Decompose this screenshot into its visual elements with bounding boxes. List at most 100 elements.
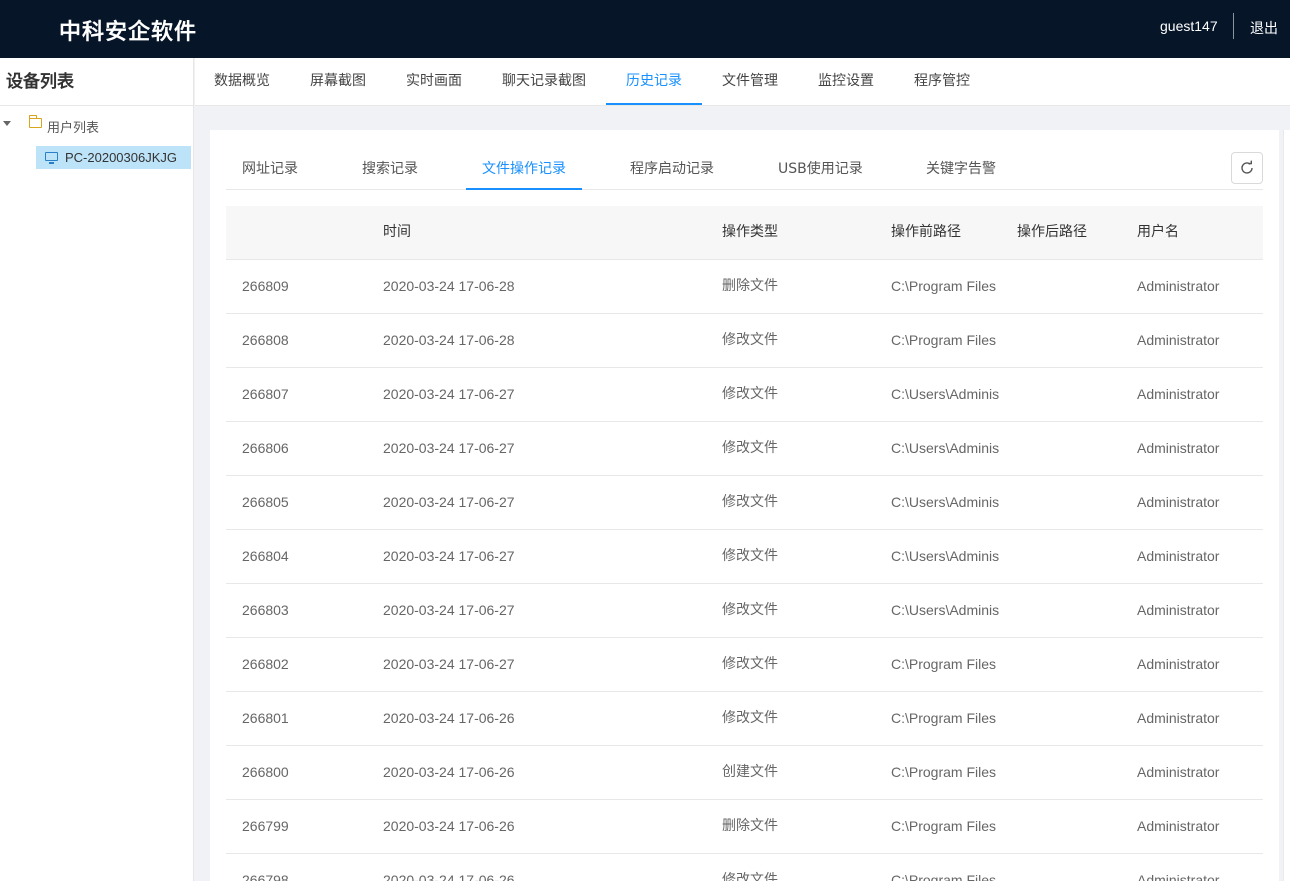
table-body: 266809 2020-03-24 17-06-28 删除文件 C:\Program … [226,260,1263,881]
cell-username: Administrator [1137,278,1220,294]
cell-operation-type: 删除文件 [722,278,778,294]
table-row[interactable]: 266803 2020-03-24 17-06-27 修改文件 C:\Users\Ad… [226,584,1263,638]
subtab-file-operation-records[interactable]: 文件操作记录 [466,148,582,190]
top-bar: 中科安企软件 guest147 退出 [0,0,1290,58]
cell-username: Administrator [1137,332,1220,348]
cell-username: Administrator [1137,386,1220,402]
refresh-icon [1241,160,1253,174]
table-row[interactable]: 266806 2020-03-24 17-06-27 修改文件 C:\Users\Ad… [226,422,1263,476]
tree-node-device[interactable]: PC-20200306JKJG [36,146,191,169]
table-row[interactable]: 266809 2020-03-24 17-06-28 删除文件 C:\Program … [226,260,1263,314]
file-operation-table: 时间 操作类型 操作前路径 操作后路径 用户名 266809 2020-03-24… [226,206,1263,881]
cell-operation-type: 修改文件 [722,710,778,726]
table-row[interactable]: 266799 2020-03-24 17-06-26 删除文件 C:\Program … [226,800,1263,854]
cell-time: 2020-03-24 17-06-28 [383,332,515,348]
cell-path-before: C:\Program Files [891,332,997,348]
tab-monitor-settings[interactable]: 监控设置 [818,58,874,105]
cell-time: 2020-03-24 17-06-27 [383,602,515,618]
refresh-button[interactable] [1231,152,1263,184]
table-header: 时间 操作类型 操作前路径 操作后路径 用户名 [226,206,1263,260]
subtab-keyword-alerts[interactable]: 关键字告警 [926,148,1002,190]
subtab-search-records[interactable]: 搜索记录 [362,148,418,190]
history-panel: 网址记录 搜索记录 文件操作记录 程序启动记录 USB使用记录 关键字告警 时间… [210,130,1279,881]
header-path-before[interactable]: 操作前路径 [891,206,1001,259]
table-row[interactable]: 266798 2020-03-24 17-06-26 修改文件 C:\Program … [226,854,1263,881]
cell-id: 266801 [242,710,289,726]
header-time[interactable]: 时间 [383,206,683,259]
tree-root-label: 用户列表 [47,121,100,136]
scroll-track[interactable] [1283,130,1290,881]
cell-path-before: C:\Users\Adminis [891,386,1000,402]
username: guest147 [1160,18,1218,34]
cell-username: Administrator [1137,548,1220,564]
cell-path-before: C:\Program Files [891,872,997,881]
cell-operation-type: 修改文件 [722,872,778,881]
logout-button[interactable]: 退出 [1250,18,1278,38]
cell-time: 2020-03-24 17-06-27 [383,386,515,402]
cell-path-before: C:\Program Files [891,278,997,294]
tab-program-control[interactable]: 程序管控 [914,58,970,105]
header-divider [1233,13,1234,39]
cell-id: 266809 [242,278,289,294]
table-row[interactable]: 266800 2020-03-24 17-06-26 创建文件 C:\Program … [226,746,1263,800]
cell-username: Administrator [1137,764,1220,780]
cell-username: Administrator [1137,440,1220,456]
header-path-after[interactable]: 操作后路径 [1017,206,1127,259]
cell-path-before: C:\Program Files [891,710,997,726]
cell-time: 2020-03-24 17-06-26 [383,764,515,780]
cell-id: 266799 [242,818,289,834]
cell-path-before: C:\Users\Adminis [891,602,1000,618]
cell-username: Administrator [1137,494,1220,510]
cell-id: 266808 [242,332,289,348]
cell-time: 2020-03-24 17-06-26 [383,710,515,726]
table-row[interactable]: 266801 2020-03-24 17-06-26 修改文件 C:\Program … [226,692,1263,746]
cell-operation-type: 修改文件 [722,548,778,564]
table-row[interactable]: 266804 2020-03-24 17-06-27 修改文件 C:\Users\Ad… [226,530,1263,584]
tab-screenshots[interactable]: 屏幕截图 [310,58,366,105]
tab-data-overview[interactable]: 数据概览 [214,58,270,105]
table-row[interactable]: 266807 2020-03-24 17-06-27 修改文件 C:\Users\Ad… [226,368,1263,422]
cell-time: 2020-03-24 17-06-26 [383,818,515,834]
cell-time: 2020-03-24 17-06-27 [383,494,515,510]
cell-time: 2020-03-24 17-06-27 [383,656,515,672]
table-row[interactable]: 266805 2020-03-24 17-06-27 修改文件 C:\Users\Ad… [226,476,1263,530]
subtab-program-launch-records[interactable]: 程序启动记录 [630,148,714,190]
header-operation-type[interactable]: 操作类型 [722,206,872,259]
cell-id: 266806 [242,440,289,456]
tab-history[interactable]: 历史记录 [606,58,702,105]
cell-id: 266798 [242,872,289,881]
history-subtabs: 网址记录 搜索记录 文件操作记录 程序启动记录 USB使用记录 关键字告警 [226,148,1263,190]
tab-file-management[interactable]: 文件管理 [722,58,778,105]
cell-username: Administrator [1137,818,1220,834]
subtab-usb-records[interactable]: USB使用记录 [778,148,863,190]
tab-chat-screenshots[interactable]: 聊天记录截图 [502,58,586,105]
cell-path-before: C:\Users\Adminis [891,440,1000,456]
cell-operation-type: 创建文件 [722,764,778,780]
cell-path-before: C:\Users\Adminis [891,548,1000,564]
cell-operation-type: 删除文件 [722,818,778,834]
cell-operation-type: 修改文件 [722,602,778,618]
cell-operation-type: 修改文件 [722,332,778,348]
cell-operation-type: 修改文件 [722,494,778,510]
cell-id: 266804 [242,548,289,564]
tree-root-user-list[interactable]: 用户列表 [0,114,194,136]
cell-id: 266800 [242,764,289,780]
cell-time: 2020-03-24 17-06-27 [383,440,515,456]
table-row[interactable]: 266802 2020-03-24 17-06-27 修改文件 C:\Program … [226,638,1263,692]
cell-id: 266802 [242,656,289,672]
folder-icon [29,115,42,128]
caret-down-icon[interactable] [3,121,11,126]
cell-username: Administrator [1137,602,1220,618]
tab-live-view[interactable]: 实时画面 [406,58,462,105]
cell-id: 266803 [242,602,289,618]
cell-time: 2020-03-24 17-06-28 [383,278,515,294]
cell-path-before: C:\Users\Adminis [891,494,1000,510]
main-nav: 数据概览 屏幕截图 实时画面 聊天记录截图 历史记录 文件管理 监控设置 程序管… [195,58,1290,106]
monitor-icon [45,152,58,164]
cell-operation-type: 修改文件 [722,386,778,402]
cell-time: 2020-03-24 17-06-27 [383,548,515,564]
table-row[interactable]: 266808 2020-03-24 17-06-28 修改文件 C:\Program … [226,314,1263,368]
header-username[interactable]: 用户名 [1137,206,1257,259]
sidebar-title: 设备列表 [0,58,193,106]
subtab-url-records[interactable]: 网址记录 [242,148,298,190]
